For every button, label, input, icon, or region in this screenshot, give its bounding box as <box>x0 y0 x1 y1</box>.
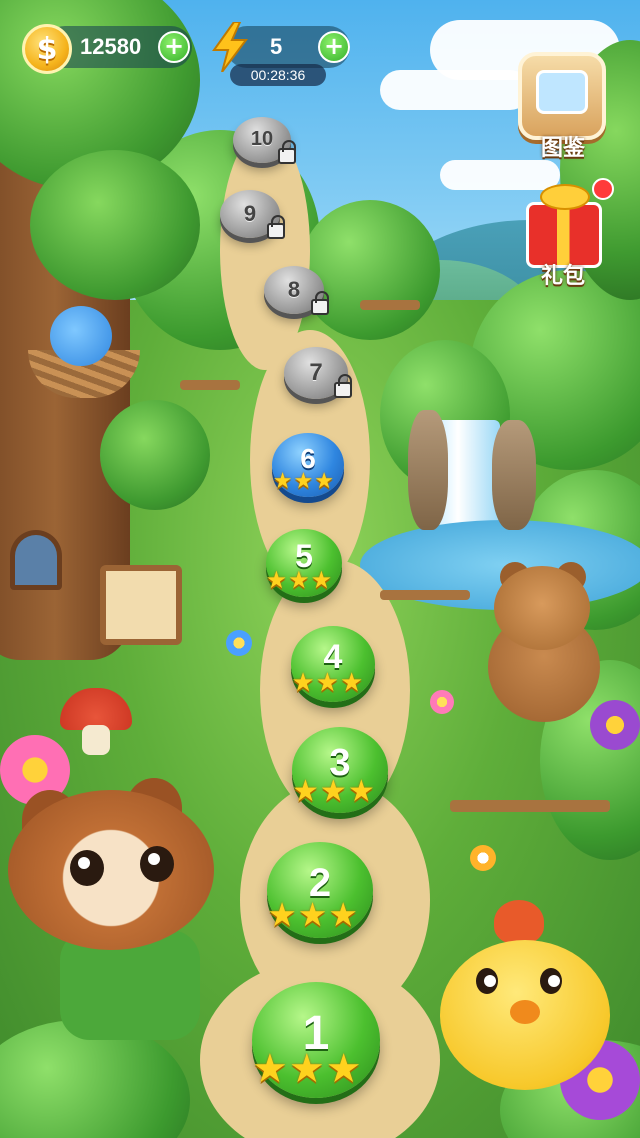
flower <box>590 700 640 750</box>
star-icon: ★ <box>252 1045 288 1092</box>
chick-comb <box>494 900 544 944</box>
star-icon: ★ <box>315 668 340 698</box>
lock-icon <box>266 214 285 239</box>
flower <box>470 845 496 871</box>
bush <box>300 200 440 340</box>
bear-head <box>494 566 590 650</box>
energy-refill-timer: 00:28:36 <box>230 64 326 86</box>
star-icon: ★ <box>288 1045 325 1092</box>
chick-eye <box>476 968 498 994</box>
star-icon: ★ <box>328 894 358 934</box>
star-icon: ★ <box>293 468 314 494</box>
star-icon: ★ <box>319 774 347 810</box>
star-icon: ★ <box>325 1045 362 1092</box>
blue-bird-character <box>50 306 112 366</box>
fence <box>180 380 240 390</box>
raccoon-eye <box>140 846 174 882</box>
lock-icon <box>333 374 352 399</box>
coin-icon: $ <box>22 24 72 74</box>
star-icon: ★ <box>272 468 293 494</box>
add-coins-button[interactable]: + <box>158 31 190 63</box>
chick-beak <box>510 1000 540 1024</box>
energy-amount: 5 <box>270 34 283 59</box>
notification-dot <box>592 178 614 200</box>
level-stars: ★ ★ ★ <box>291 668 363 698</box>
star-icon: ★ <box>347 774 375 810</box>
level-stars: ★ ★ ★ <box>266 566 333 594</box>
chick-eye <box>540 968 562 994</box>
tree-canopy <box>30 150 200 300</box>
mushroom-stem <box>82 725 110 755</box>
level-number: 7 <box>309 358 323 386</box>
level-stars: ★ ★ ★ <box>273 469 334 494</box>
coin-symbol: $ <box>36 31 58 67</box>
level-stars: ★ ★ ★ <box>292 774 375 809</box>
raccoon-head <box>8 790 214 950</box>
star-icon: ★ <box>292 774 319 810</box>
star-icon: ★ <box>310 566 333 594</box>
animal-friends-icon <box>536 70 588 114</box>
star-icon: ★ <box>297 894 328 934</box>
gift-bow-icon <box>540 184 590 210</box>
star-icon: ★ <box>314 468 334 494</box>
star-icon: ★ <box>291 668 315 698</box>
flower <box>430 690 454 714</box>
fence <box>360 300 420 310</box>
level-stars: ★ ★ ★ <box>252 1046 362 1092</box>
star-icon: ★ <box>288 566 310 594</box>
collection-label: 图鉴 <box>540 136 585 161</box>
tree-canopy <box>100 400 210 510</box>
flower <box>226 630 252 656</box>
star-icon: ★ <box>340 668 364 698</box>
raccoon-eye <box>70 850 104 886</box>
fence <box>380 590 470 600</box>
coin-amount: 12580 <box>80 34 142 59</box>
level-number: 10 <box>250 128 274 151</box>
fence <box>450 800 610 812</box>
cliff-rock <box>408 410 448 530</box>
treehouse-window <box>10 530 62 590</box>
cliff-rock <box>492 420 536 530</box>
level-number: 8 <box>287 277 301 302</box>
add-energy-button[interactable]: + <box>318 31 350 63</box>
level-stars: ★ ★ ★ <box>267 895 358 934</box>
star-icon: ★ <box>265 566 288 594</box>
star-icon: ★ <box>267 894 297 934</box>
lock-icon <box>277 140 296 165</box>
raccoon-signboard <box>100 565 182 645</box>
collection-button[interactable] <box>518 52 606 140</box>
gift-pack-label: 礼包 <box>540 264 585 289</box>
lock-icon <box>310 290 329 315</box>
level-number: 9 <box>243 201 257 226</box>
cloud <box>380 70 530 110</box>
